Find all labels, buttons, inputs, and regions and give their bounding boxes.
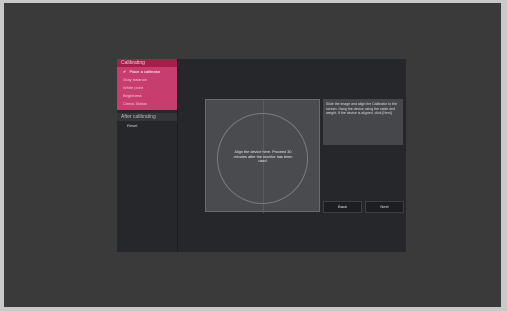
- calibration-window: Calibrating ✔ Place a calibrator Gray ba…: [117, 59, 406, 252]
- calibration-steps: ✔ Place a calibrator Gray balance White …: [117, 67, 177, 110]
- instructions-box: Slide the image and align the Calibrator…: [323, 99, 403, 145]
- next-button[interactable]: Next: [365, 201, 404, 213]
- step-check-status[interactable]: Check Status: [117, 100, 177, 108]
- calibrator-placement-area[interactable]: Align the device here. Proceed 30 minute…: [205, 99, 320, 213]
- step-brightness[interactable]: Brightness: [117, 92, 177, 100]
- checkmark-icon: ✔: [123, 69, 127, 74]
- content-area: Align the device here. Proceed 30 minute…: [178, 59, 406, 252]
- step-label: Place a calibrator: [129, 69, 161, 74]
- sidebar: Calibrating ✔ Place a calibrator Gray ba…: [117, 59, 178, 252]
- calibrating-header: Calibrating: [117, 59, 177, 67]
- step-label: Check Status: [123, 101, 147, 106]
- monitor-screen: Calibrating ✔ Place a calibrator Gray ba…: [4, 3, 501, 307]
- step-place-calibrator[interactable]: ✔ Place a calibrator: [117, 68, 177, 76]
- step-white-point[interactable]: White point: [117, 84, 177, 92]
- step-gray-balance[interactable]: Gray balance: [117, 76, 177, 84]
- after-calibrating-header: After calibrating: [117, 113, 177, 121]
- step-label: White point: [123, 85, 144, 90]
- step-label: Gray balance: [123, 77, 147, 82]
- placement-instruction-text: Align the device here. Proceed 30 minute…: [233, 150, 293, 163]
- reset-item[interactable]: Reset: [117, 121, 177, 130]
- back-button[interactable]: Back: [323, 201, 362, 213]
- step-label: Brightness: [123, 93, 142, 98]
